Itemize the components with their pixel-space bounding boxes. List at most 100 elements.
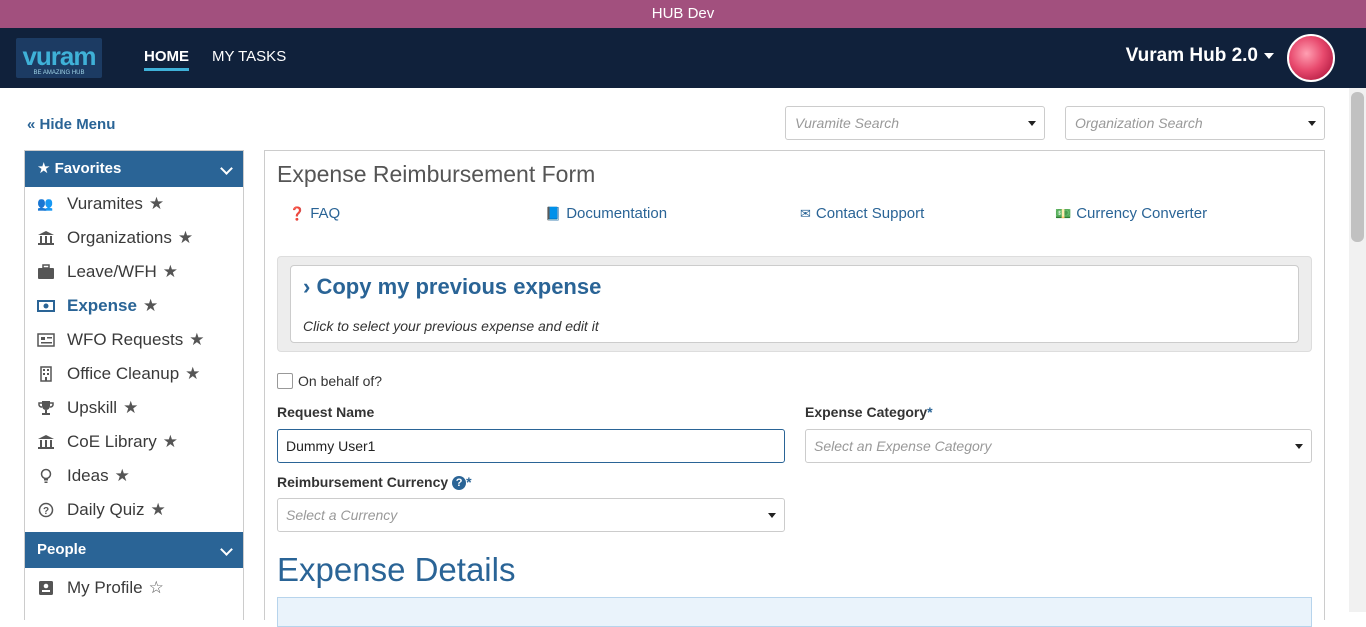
faq-link[interactable]: ❓ FAQ (289, 205, 340, 222)
sidebar-item-ideas[interactable]: Ideas ★ (25, 459, 243, 493)
documentation-link[interactable]: 📘 Documentation (545, 205, 667, 222)
organization-search-placeholder: Organization Search (1075, 115, 1203, 131)
sidebar-item-my-profile[interactable]: My Profile ☆ (25, 571, 243, 605)
sidebar-item-daily-quiz[interactable]: ? Daily Quiz ★ (25, 493, 243, 527)
expense-details-heading: Expense Details (277, 551, 516, 588)
money-icon (37, 298, 55, 314)
page-title: Expense Reimbursement Form (277, 161, 596, 187)
chevron-down-icon (220, 543, 233, 556)
favorite-star-icon[interactable]: ★ (143, 296, 158, 316)
favorite-star-icon[interactable]: ★ (163, 262, 178, 282)
favorite-star-icon[interactable]: ★ (149, 194, 164, 214)
request-name-input[interactable]: Dummy User1 (277, 429, 785, 463)
favorite-star-outline-icon[interactable]: ☆ (149, 578, 164, 598)
expense-category-label-row: Expense Category* (805, 404, 933, 420)
favorite-star-icon[interactable]: ★ (185, 364, 200, 384)
sidebar-item-expense[interactable]: Expense ★ (25, 289, 243, 323)
hide-menu-link[interactable]: « Hide Menu (27, 116, 115, 133)
users-icon: 👥 (37, 196, 54, 211)
logo-text: vuram (22, 41, 96, 71)
reimbursement-currency-select[interactable]: Select a Currency (277, 498, 785, 532)
organization-search-select[interactable]: Organization Search (1065, 106, 1325, 140)
sidebar-item-label: CoE Library (67, 432, 157, 451)
double-chevron-left-icon: « (27, 116, 36, 133)
on-behalf-row: On behalf of? (277, 373, 382, 389)
favorite-star-icon[interactable]: ★ (123, 398, 138, 418)
favorite-star-icon[interactable]: ★ (178, 228, 193, 248)
sidebar-item-label: Daily Quiz (67, 500, 145, 519)
dropdown-arrow-icon (768, 513, 776, 518)
briefcase-icon (37, 264, 55, 280)
logo-subtext: BE AMAZING HUB (33, 70, 85, 76)
expense-form-panel: Expense Reimbursement Form ❓ FAQ 📘 Documen… (264, 150, 1325, 627)
expense-category-placeholder: Select an Expense Category (814, 438, 992, 454)
sidebar-item-upskill[interactable]: Upskill ★ (25, 391, 243, 425)
help-icon[interactable]: ? (452, 476, 467, 490)
vuram-logo[interactable]: vuram BE AMAZING HUB (16, 38, 102, 78)
newspaper-icon (37, 332, 55, 348)
user-avatar[interactable] (1287, 34, 1335, 82)
bank-icon (37, 434, 55, 450)
sidebar-item-label: My Profile (67, 578, 143, 597)
favorite-star-icon[interactable]: ★ (189, 330, 204, 350)
sidebar-item-label: Organizations (67, 228, 172, 247)
money-icon: 💵 (1055, 206, 1072, 221)
expense-category-select[interactable]: Select an Expense Category (805, 429, 1312, 463)
currency-converter-link-label: Currency Converter (1076, 205, 1208, 222)
documentation-link-label: Documentation (566, 205, 668, 222)
building-icon (37, 366, 55, 382)
sidebar-item-label: Office Cleanup (67, 364, 180, 383)
favorite-star-icon[interactable]: ★ (163, 432, 178, 452)
on-behalf-label: On behalf of? (298, 373, 383, 389)
star-icon: ★ (37, 160, 51, 177)
reimbursement-currency-label-row: Reimbursement Currency? * (277, 474, 472, 490)
sidebar-item-leave-wfh[interactable]: Leave/WFH ★ (25, 255, 243, 289)
sidebar-item-label: Leave/WFH (67, 262, 157, 281)
expense-details-box (277, 597, 1312, 627)
nav-tab-my-tasks[interactable]: MY TASKS (212, 48, 286, 65)
favorite-star-icon[interactable]: ★ (115, 466, 130, 486)
copy-previous-expense-section: › Copy my previous expense Click to sele… (277, 256, 1312, 352)
sidebar-item-wfo-requests[interactable]: WFO Requests ★ (25, 323, 243, 357)
app-title: Vuram Hub 2.0 (1125, 45, 1258, 66)
copy-previous-expense-title[interactable]: › Copy my previous expense (303, 274, 601, 300)
envelope-icon: ✉ (800, 206, 811, 221)
vuramite-search-select[interactable]: Vuramite Search (785, 106, 1045, 140)
sidebar-item-vuramites[interactable]: 👥 Vuramites ★ (25, 187, 243, 221)
page-scrollbar[interactable] (1349, 88, 1366, 612)
dropdown-arrow-icon (1308, 121, 1316, 126)
people-header[interactable]: People (25, 532, 243, 568)
favorites-header[interactable]: ★ Favorites (25, 151, 243, 187)
required-asterisk: * (466, 474, 472, 490)
sidebar-item-coe-library[interactable]: CoE Library ★ (25, 425, 243, 459)
on-behalf-checkbox[interactable] (277, 373, 293, 389)
chevron-down-icon (220, 162, 233, 175)
sidebar-item-office-cleanup[interactable]: Office Cleanup ★ (25, 357, 243, 391)
hide-menu-label: Hide Menu (39, 116, 116, 133)
environment-banner: HUB Dev (0, 0, 1366, 28)
sidebar-item-label: Upskill (67, 398, 118, 417)
nav-tab-home[interactable]: HOME (144, 48, 189, 71)
copy-previous-expense-card[interactable]: › Copy my previous expense Click to sele… (290, 265, 1299, 343)
required-asterisk: * (927, 404, 933, 420)
scrollbar-thumb[interactable] (1351, 92, 1364, 242)
sidebar-item-organizations[interactable]: Organizations ★ (25, 221, 243, 255)
faq-link-label: FAQ (310, 205, 341, 222)
expense-category-label: Expense Category (805, 404, 928, 420)
copy-previous-expense-label: Copy my previous expense (316, 274, 602, 299)
sidebar-item-label: Ideas (67, 466, 109, 485)
request-name-label: Request Name (277, 404, 375, 420)
sidebar-item-label: Vuramites (67, 194, 143, 213)
vuramite-search-placeholder: Vuramite Search (795, 115, 900, 131)
app-switcher[interactable]: Vuram Hub 2.0 (1126, 45, 1274, 67)
favorites-header-label: Favorites (54, 160, 122, 177)
svg-text:?: ? (43, 506, 49, 517)
question-circle-icon: ❓ (289, 206, 306, 221)
id-card-icon (37, 580, 55, 596)
currency-converter-link[interactable]: 💵 Currency Converter (1055, 205, 1207, 222)
sidebar-menu: ★ Favorites 👥 Vuramites ★ Organizations … (24, 150, 244, 620)
top-navigation: vuram BE AMAZING HUB HOME MY TASKS Vuram… (0, 28, 1366, 88)
contact-support-link[interactable]: ✉ Contact Support (800, 205, 924, 222)
sidebar-item-label: WFO Requests (67, 330, 184, 349)
favorite-star-icon[interactable]: ★ (150, 500, 165, 520)
